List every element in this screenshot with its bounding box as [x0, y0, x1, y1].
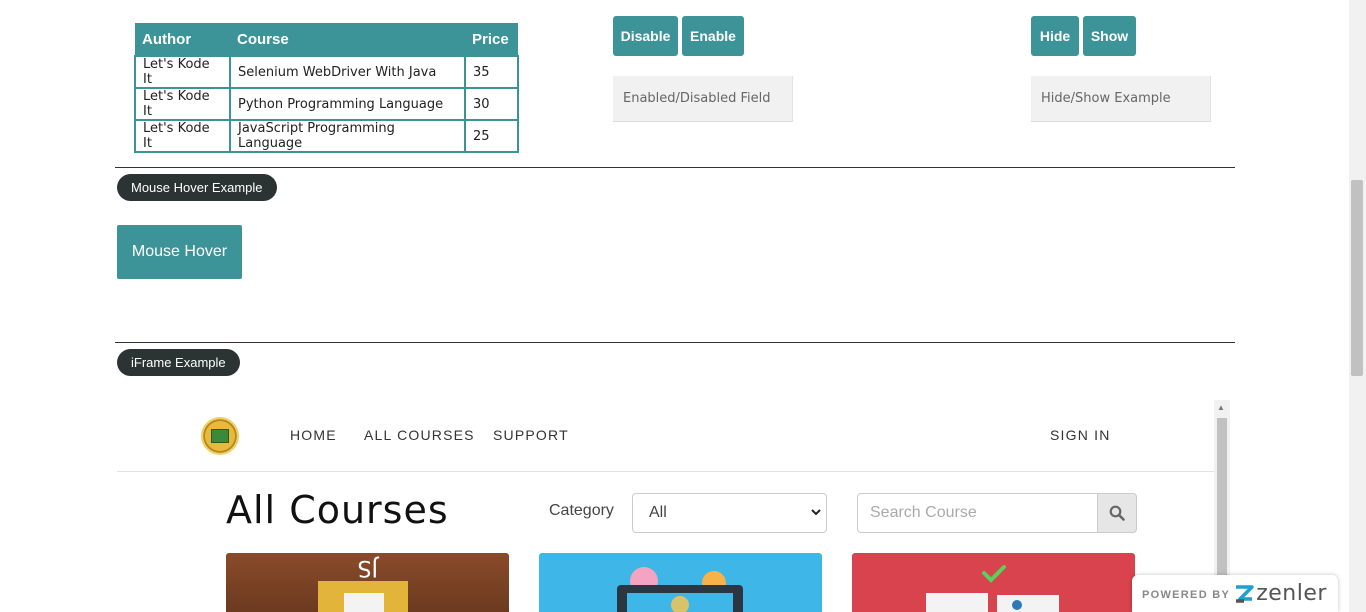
table-row: Let's Kode It JavaScript Programming Lan… — [134, 119, 519, 153]
selenium-course-image — [926, 565, 1059, 612]
iframe-legend: iFrame Example — [117, 349, 240, 376]
courses-iframe[interactable]: HOME ALL COURSES SUPPORT SIGN IN All Cou… — [117, 400, 1230, 612]
course-card-python[interactable] — [539, 553, 822, 612]
javascript-course-image: JS — [318, 555, 408, 612]
product-table: Author Course Price Let's Kode It Seleni… — [134, 23, 519, 153]
category-label: Category — [549, 502, 614, 519]
category-selected-value: All — [649, 504, 667, 521]
search-button[interactable] — [1097, 493, 1137, 533]
table-cell-author: Let's Kode It — [134, 87, 231, 121]
table-cell-author: Let's Kode It — [134, 55, 231, 89]
category-select[interactable]: All — [632, 493, 827, 533]
table-cell-course: Selenium WebDriver With Java — [229, 55, 466, 89]
search-course-input[interactable]: Search Course — [857, 493, 1098, 533]
hide-show-field[interactable] — [1031, 76, 1211, 122]
table-cell-price: 25 — [464, 119, 519, 153]
scroll-up-arrow-icon[interactable]: ▲ — [1217, 403, 1225, 412]
enable-button[interactable]: Enable — [682, 16, 744, 56]
chevron-down-icon — [811, 509, 821, 516]
table-cell-price: 35 — [464, 55, 519, 89]
hide-button[interactable]: Hide — [1031, 16, 1079, 56]
table-cell-price: 30 — [464, 87, 519, 121]
academy-logo-icon[interactable] — [201, 417, 239, 455]
section-divider — [115, 342, 1235, 343]
nav-all-courses-link[interactable]: ALL COURSES — [364, 427, 475, 443]
table-cell-course: Python Programming Language — [229, 87, 466, 121]
nav-sign-in-link[interactable]: SIGN IN — [1050, 427, 1111, 443]
course-card-javascript[interactable]: JS — [226, 553, 509, 612]
python-course-image — [617, 567, 743, 612]
search-placeholder: Search Course — [870, 504, 977, 521]
nav-support-link[interactable]: SUPPORT — [493, 427, 569, 443]
zenler-brand: zenler — [1256, 581, 1327, 606]
table-cell-author: Let's Kode It — [134, 119, 231, 153]
show-button[interactable]: Show — [1083, 16, 1136, 56]
nav-home-link[interactable]: HOME — [290, 427, 337, 443]
table-row: Let's Kode It Selenium WebDriver With Ja… — [134, 55, 519, 89]
table-row: Let's Kode It Python Programming Languag… — [134, 87, 519, 121]
column-header-author: Author — [135, 23, 230, 56]
course-card-selenium[interactable] — [852, 553, 1135, 612]
powered-by-badge[interactable]: POWERED BY zenler — [1132, 575, 1338, 612]
disable-button[interactable]: Disable — [613, 16, 678, 56]
page-scrollbar-thumb[interactable] — [1351, 180, 1363, 376]
page-title: All Courses — [226, 488, 449, 532]
enabled-disabled-field[interactable] — [613, 76, 793, 122]
table-cell-course: JavaScript Programming Language — [229, 119, 466, 153]
svg-text:JS: JS — [358, 555, 380, 580]
column-header-price: Price — [465, 23, 518, 56]
mouse-hover-button[interactable]: Mouse Hover — [117, 225, 242, 279]
mouse-hover-legend: Mouse Hover Example — [117, 174, 277, 201]
zenler-logo-icon — [1236, 584, 1254, 603]
nav-divider — [117, 471, 1214, 472]
section-divider — [115, 167, 1235, 168]
powered-by-label: POWERED BY — [1142, 589, 1231, 601]
table-header-row: Author Course Price — [135, 23, 518, 56]
search-icon — [1109, 505, 1125, 521]
column-header-course: Course — [230, 23, 465, 56]
